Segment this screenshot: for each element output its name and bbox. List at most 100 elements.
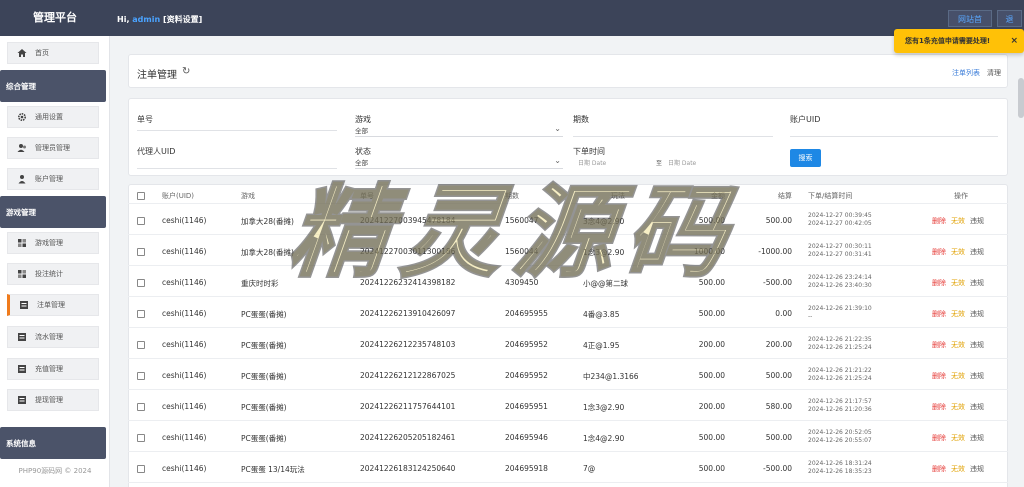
sidebar-item-game-manage[interactable]: 游戏管理	[7, 232, 99, 254]
cell-order-no: 20241226212235748103	[360, 340, 456, 349]
sidebar-section-system[interactable]: 系统信息	[0, 427, 106, 459]
clean-link[interactable]: 清理	[987, 68, 1001, 78]
cell-order-no: 20241226212122867025	[360, 371, 456, 380]
sidebar-item-withdraw-manage[interactable]: 提现管理	[7, 389, 99, 411]
invalid-button[interactable]: 无效	[951, 465, 965, 473]
cell-order-no: 20241226211757644101	[360, 402, 456, 411]
row-actions: 删除 无效 违规	[932, 247, 984, 257]
sidebar-item-bet-orders[interactable]: 注单管理	[7, 294, 99, 316]
sidebar-section-general[interactable]: 综合管理	[0, 70, 106, 102]
greeting: Hi, admin [资料设置]	[117, 14, 202, 25]
order-time: 2024-12-26 21:39:10	[808, 305, 872, 312]
row-checkbox[interactable]	[137, 403, 145, 411]
select-all-checkbox[interactable]	[137, 192, 145, 200]
list-icon	[17, 332, 27, 342]
recharge-notice-toast[interactable]: 您有1条充值申请需要处理! ×	[894, 29, 1024, 53]
order-time: 2024-12-26 21:22:35	[808, 336, 872, 343]
violation-button[interactable]: 违规	[970, 434, 984, 442]
row-actions: 删除 无效 违规	[932, 433, 984, 443]
profile-settings-link[interactable]: [资料设置]	[163, 15, 202, 24]
violation-button[interactable]: 违规	[970, 403, 984, 411]
row-checkbox[interactable]	[137, 465, 145, 473]
cell-amount: 500.00	[698, 464, 725, 473]
invalid-button[interactable]: 无效	[951, 434, 965, 442]
table-divider	[128, 265, 1008, 266]
delete-button[interactable]: 删除	[932, 217, 946, 225]
cell-order-no: 20241226205205182461	[360, 433, 456, 442]
settle-time: 2024-12-26 21:20:36	[808, 406, 872, 413]
sidebar-item-label: 投注统计	[35, 270, 63, 278]
delete-button[interactable]: 删除	[932, 465, 946, 473]
period-input[interactable]	[573, 136, 773, 137]
invalid-button[interactable]: 无效	[951, 372, 965, 380]
delete-button[interactable]: 删除	[932, 372, 946, 380]
order-no-input[interactable]	[137, 130, 337, 131]
sidebar-item-bet-stats[interactable]: 投注统计	[7, 263, 99, 285]
invalid-button[interactable]: 无效	[951, 310, 965, 318]
sidebar-item-label: 提现管理	[35, 396, 63, 404]
sidebar-item-flow-manage[interactable]: 流水管理	[7, 326, 99, 348]
row-checkbox[interactable]	[137, 310, 145, 318]
invalid-button[interactable]: 无效	[951, 341, 965, 349]
sidebar-item-general-settings[interactable]: 通用设置	[7, 106, 99, 128]
account-uid-input[interactable]	[790, 136, 998, 137]
cell-account: ceshi(1146)	[162, 247, 207, 256]
violation-button[interactable]: 违规	[970, 341, 984, 349]
table-divider	[128, 420, 1008, 421]
sidebar-item-home[interactable]: 首页	[7, 42, 99, 64]
breadcrumb-list-link[interactable]: 注单列表	[952, 68, 980, 78]
column-header: 游戏	[241, 192, 255, 200]
page-scrollbar[interactable]	[1018, 78, 1024, 118]
date-to-input[interactable]: 日期 Date	[668, 158, 696, 167]
sidebar-section-game[interactable]: 游戏管理	[0, 196, 106, 228]
game-select[interactable]: 全部 ⌄	[355, 124, 563, 137]
row-checkbox[interactable]	[137, 279, 145, 287]
sidebar-item-admin-manage[interactable]: 管理员管理	[7, 137, 99, 159]
invalid-button[interactable]: 无效	[951, 403, 965, 411]
violation-button[interactable]: 违规	[970, 310, 984, 318]
invalid-button[interactable]: 无效	[951, 279, 965, 287]
game-label: 游戏	[355, 115, 371, 124]
row-checkbox[interactable]	[137, 372, 145, 380]
row-checkbox[interactable]	[137, 341, 145, 349]
table-divider	[128, 234, 1008, 235]
cell-time: 2024-12-26 18:31:24 2024-12-26 18:35:23	[808, 460, 872, 476]
users-icon	[17, 143, 27, 153]
violation-button[interactable]: 违规	[970, 465, 984, 473]
delete-button[interactable]: 删除	[932, 310, 946, 318]
date-range-separator: 至	[656, 160, 663, 167]
cell-account: ceshi(1146)	[162, 371, 207, 380]
sidebar-item-account-manage[interactable]: 账户管理	[7, 168, 99, 190]
delete-button[interactable]: 删除	[932, 341, 946, 349]
violation-button[interactable]: 违规	[970, 372, 984, 380]
site-home-button[interactable]: 网站首页	[948, 10, 992, 41]
violation-button[interactable]: 违规	[970, 279, 984, 287]
violation-button[interactable]: 违规	[970, 217, 984, 225]
user-name-link[interactable]: admin	[132, 15, 160, 24]
delete-button[interactable]: 删除	[932, 279, 946, 287]
delete-button[interactable]: 删除	[932, 248, 946, 256]
logout-button[interactable]: 退出	[997, 10, 1022, 41]
filter-panel	[128, 98, 1008, 176]
row-checkbox[interactable]	[137, 217, 145, 225]
violation-button[interactable]: 违规	[970, 248, 984, 256]
close-icon[interactable]: ×	[1010, 29, 1018, 53]
delete-button[interactable]: 删除	[932, 434, 946, 442]
status-select[interactable]: 全部 ⌄	[355, 156, 563, 169]
cell-play: 3念4@2.90	[583, 217, 625, 226]
delete-button[interactable]: 删除	[932, 403, 946, 411]
greeting-text: Hi,	[117, 15, 130, 24]
column-header: 账户(UID)	[162, 192, 195, 200]
column-header: 操作	[954, 192, 968, 200]
invalid-button[interactable]: 无效	[951, 248, 965, 256]
row-checkbox[interactable]	[137, 434, 145, 442]
agent-uid-input[interactable]	[137, 168, 337, 169]
notice-text: 您有1条充值申请需要处理!	[905, 37, 991, 45]
date-from-input[interactable]: 日期 Date	[578, 158, 606, 167]
invalid-button[interactable]: 无效	[951, 217, 965, 225]
sidebar-item-recharge-manage[interactable]: 充值管理	[7, 358, 99, 380]
row-checkbox[interactable]	[137, 248, 145, 256]
column-header: 金额	[711, 192, 725, 200]
search-button[interactable]: 搜索	[790, 149, 821, 167]
refresh-icon[interactable]: ↻	[182, 66, 190, 77]
